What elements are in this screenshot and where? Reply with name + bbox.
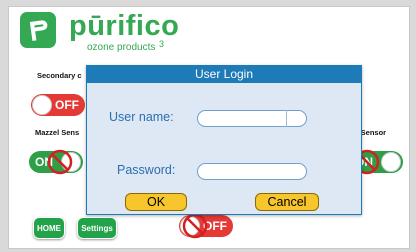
toggle-knob <box>381 152 401 172</box>
disabled-icon <box>47 149 73 175</box>
main-panel: pūrifico ozone products 3 Secondary c Ma… <box>8 6 410 249</box>
password-label: Password: <box>117 163 176 177</box>
section-label-mazzel: Mazzel Sens <box>35 128 80 137</box>
settings-button[interactable]: Settings <box>77 217 117 239</box>
ok-button[interactable]: OK <box>125 193 187 211</box>
user-login-dialog: User Login User name: Password: OK Cance… <box>86 65 362 215</box>
purifico-logo-icon <box>20 12 56 48</box>
disabled-icon <box>182 213 208 239</box>
home-button[interactable]: HOME <box>33 217 65 239</box>
toggle-state-label: OFF <box>55 98 79 112</box>
username-label: User name: <box>109 110 174 124</box>
brand-superscript: 3 <box>159 39 165 49</box>
dialog-title: User Login <box>87 66 361 83</box>
input-divider <box>286 110 287 127</box>
username-input[interactable] <box>197 110 307 127</box>
section-label-secondary: Secondary c <box>37 71 82 80</box>
secondary-toggle[interactable]: OFF <box>31 94 85 116</box>
toggle-knob <box>32 95 52 115</box>
brand-tagline: ozone products <box>87 42 156 53</box>
cancel-button[interactable]: Cancel <box>255 193 319 211</box>
password-input[interactable] <box>197 163 307 180</box>
